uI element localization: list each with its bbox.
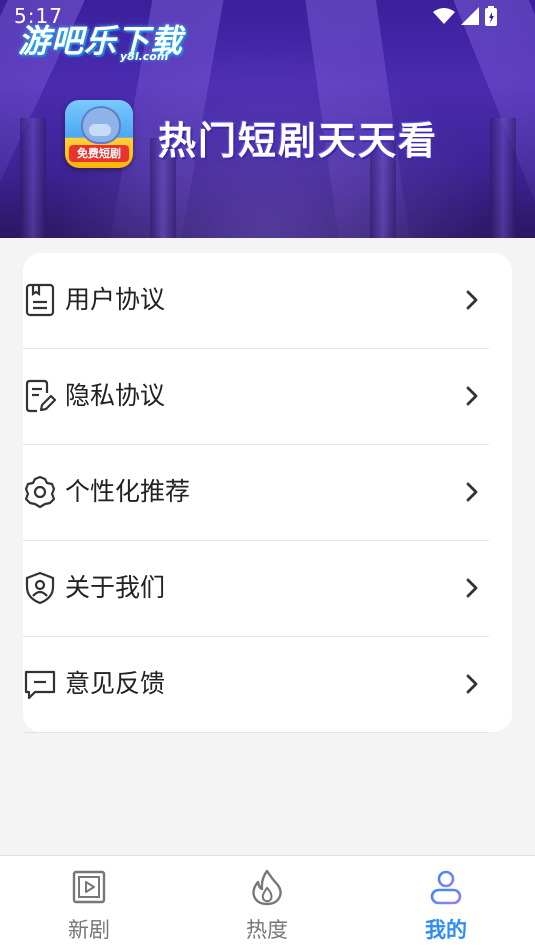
tab-new-drama[interactable]: 新剧 (0, 856, 178, 952)
menu-item-feedback[interactable]: 意见反馈 (23, 637, 489, 733)
banner-slogan: 热门短剧天天看 (158, 119, 439, 163)
tab-label: 热度 (246, 918, 288, 942)
divider (23, 732, 489, 733)
tab-label: 新剧 (68, 918, 110, 942)
status-icons (433, 6, 497, 26)
menu-item-label: 关于我们 (65, 573, 166, 602)
bottom-navigation: 新剧 热度 我的 (0, 855, 535, 952)
menu-item-label: 隐私协议 (65, 381, 166, 410)
menu-item-label: 用户协议 (65, 285, 166, 314)
battery-icon (485, 6, 497, 26)
menu-item-label: 意见反馈 (65, 669, 166, 698)
pillar-decoration (490, 118, 516, 238)
menu-item-user-agreement[interactable]: 用户协议 (23, 253, 489, 349)
edit-document-icon (25, 379, 57, 413)
tab-label: 我的 (425, 918, 467, 942)
user-icon (430, 870, 462, 905)
chevron-right-icon (466, 482, 478, 502)
play-square-icon (72, 870, 106, 904)
flame-icon (252, 869, 282, 906)
pillar-decoration (20, 118, 46, 238)
chevron-right-icon (466, 578, 478, 598)
app-logo: 免费短剧 (65, 100, 133, 168)
wifi-icon (433, 8, 455, 24)
menu-item-label: 个性化推荐 (65, 477, 191, 506)
app-logo-label: 免费短剧 (69, 145, 129, 162)
shield-user-icon (25, 571, 55, 605)
signal-icon (461, 7, 479, 25)
tab-trending[interactable]: 热度 (178, 856, 356, 952)
document-icon (25, 283, 55, 317)
header-banner: 5:17 游吧乐下载 y8l.com 免费短剧 热门短剧天天看 (0, 0, 535, 238)
gear-icon (24, 475, 56, 509)
light-ray (442, 0, 535, 238)
menu-item-personalized-recommendation[interactable]: 个性化推荐 (23, 445, 489, 541)
chevron-right-icon (466, 386, 478, 406)
menu-item-about-us[interactable]: 关于我们 (23, 541, 489, 637)
watermark-domain: y8l.com (120, 50, 169, 63)
menu-item-privacy-policy[interactable]: 隐私协议 (23, 349, 489, 445)
tab-mine[interactable]: 我的 (357, 856, 535, 952)
message-icon (24, 670, 56, 700)
hippo-mascot-icon (81, 106, 121, 144)
chevron-right-icon (466, 674, 478, 694)
chevron-right-icon (466, 290, 478, 310)
